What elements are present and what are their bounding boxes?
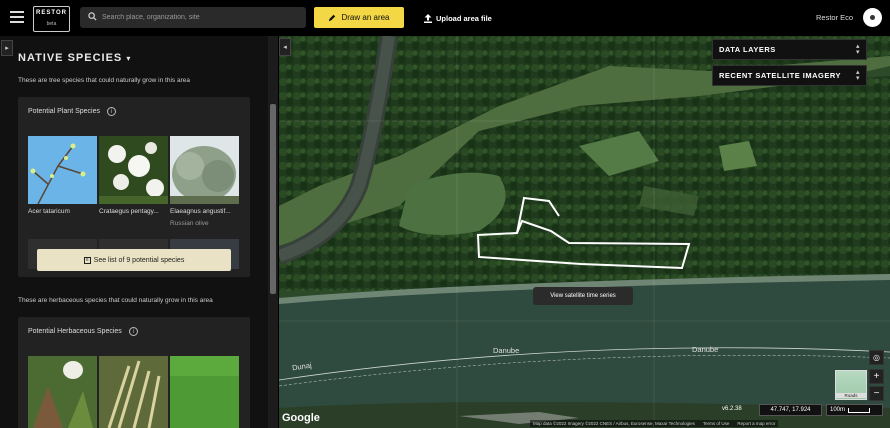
logo-wordmark: RESTOR [36, 10, 67, 16]
herb-photo-3 [170, 356, 239, 428]
minus-icon: − [873, 388, 880, 399]
scale-line [848, 407, 871, 413]
collapse-sidebar-button[interactable]: ▸ [1, 40, 13, 56]
list-icon: ≡ [83, 256, 91, 264]
plant-photo-crataegus [99, 136, 168, 204]
river-label-danube-2: Danube [692, 345, 719, 354]
satellite-map[interactable] [279, 36, 890, 428]
plant-photo-acer [28, 136, 97, 204]
plant-image-elaeagnus[interactable] [170, 136, 239, 204]
scale-bar: 100m [826, 404, 883, 416]
sidebar-scrollbar-thumb[interactable] [270, 104, 276, 294]
basemap-toggle[interactable]: Roads [835, 370, 867, 400]
pencil-icon [329, 14, 336, 21]
river-label-danube-1: Danube [493, 346, 520, 355]
plant-name-1: Acer tataricum [28, 208, 70, 215]
plant-photo-elaeagnus [170, 136, 239, 204]
draw-area-label: Draw an area [341, 13, 390, 22]
terms-link[interactable]: Terms of Use [703, 421, 730, 426]
google-logo: Google [282, 412, 320, 424]
info-icon[interactable]: i [128, 327, 138, 336]
basemap-label: Roads [836, 393, 866, 398]
plant-image-acer[interactable] [28, 136, 97, 204]
collapse-map-panel-button[interactable]: ◂ [279, 38, 291, 56]
search-bar[interactable] [80, 7, 306, 28]
locate-button[interactable]: ◎ [869, 350, 884, 365]
herb-card-header: Potential Herbaceous Species i [28, 327, 138, 336]
crosshair-icon: ◎ [873, 353, 880, 362]
chevron-left-icon: ◂ [283, 44, 287, 51]
restor-logo[interactable]: RESTOR beta [33, 6, 70, 32]
native-species-dropdown[interactable]: NATIVE SPECIES ▾ [18, 52, 131, 64]
draw-area-button[interactable]: Draw an area [314, 7, 404, 28]
see-potential-species-button[interactable]: ≡ See list of 9 potential species [37, 249, 231, 271]
attribution-text: Map data ©2022 Imagery ©2022 CNES / Airb… [533, 421, 695, 426]
upload-icon [424, 13, 432, 23]
satellite-imagery-label: RECENT SATELLITE IMAGERY [719, 71, 842, 80]
tree-species-intro: These are tree species that could natura… [18, 77, 190, 84]
scale-label: 100m [830, 407, 846, 413]
avatar[interactable] [863, 8, 882, 27]
plant-card-header: Potential Plant Species i [28, 107, 116, 116]
herb-card-title: Potential Herbaceous Species [28, 328, 122, 335]
search-input[interactable] [102, 9, 298, 26]
hamburger-menu-icon[interactable] [10, 11, 24, 23]
report-error-link[interactable]: Report a map error [737, 421, 775, 426]
top-bar: RESTOR beta Draw an area Upload area fil… [0, 0, 890, 36]
sort-toggle-icon: ▴ ▾ [855, 43, 860, 56]
plus-icon: + [873, 371, 880, 382]
data-layers-dropdown[interactable]: DATA LAYERS ▴ ▾ [712, 39, 867, 60]
search-icon [88, 12, 97, 21]
herb-image-1[interactable] [28, 356, 97, 428]
caret-down-icon: ▾ [126, 54, 132, 63]
herb-image-3[interactable] [170, 356, 239, 428]
sidebar: ▸ NATIVE SPECIES ▾ These are tree specie… [0, 36, 279, 428]
herb-photo-1 [28, 356, 97, 428]
sort-toggle-icon: ▴ ▾ [855, 69, 860, 82]
satellite-imagery [279, 36, 890, 428]
app-version: v6.2.38 [722, 406, 742, 412]
see-list-label: See list of 9 potential species [93, 256, 185, 264]
plant-card-title: Potential Plant Species [28, 108, 100, 115]
info-icon[interactable]: i [107, 107, 116, 116]
zoom-in-button[interactable]: + [869, 369, 884, 384]
upload-area-label: Upload area file [436, 13, 492, 23]
chevron-left-icon: ▸ [5, 45, 9, 52]
coordinates-readout: 47.747, 17.924 [759, 404, 822, 416]
map-attribution: Map data ©2022 Imagery ©2022 CNES / Airb… [530, 420, 779, 427]
logo-tag: beta [46, 21, 57, 27]
upload-area-button[interactable]: Upload area file [424, 10, 492, 26]
user-name[interactable]: Restor Eco [816, 13, 853, 22]
herb-image-2[interactable] [99, 356, 168, 428]
native-species-title: NATIVE SPECIES [18, 52, 123, 64]
data-layers-label: DATA LAYERS [719, 45, 776, 54]
herbaceous-species-intro: These are herbaceous species that could … [18, 297, 213, 304]
satellite-imagery-dropdown[interactable]: RECENT SATELLITE IMAGERY ▴ ▾ [712, 65, 867, 86]
plant-name-2: Crataegus pentagy... [99, 208, 159, 215]
plant-common-3: Russian olive [170, 220, 209, 227]
avatar-icon [870, 15, 875, 20]
plant-name-3: Elaeagnus angustif... [170, 208, 231, 215]
zoom-out-button[interactable]: − [869, 386, 884, 401]
plant-image-crataegus[interactable] [99, 136, 168, 204]
satellite-time-series-tooltip[interactable]: View satellite time series [533, 287, 633, 305]
herb-photo-2 [99, 356, 168, 428]
